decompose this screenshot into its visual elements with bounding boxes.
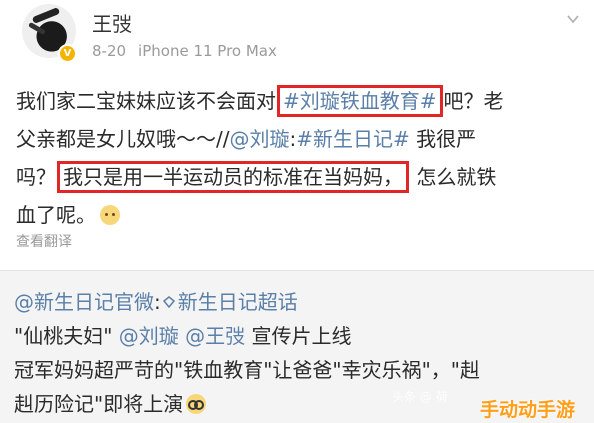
post-text-segment: 吧？老 [443, 89, 504, 113]
post-device: iPhone 11 Pro Max [138, 42, 277, 60]
highlighted-quote: 我只是用一半运动员的标准在当妈妈， [57, 161, 409, 193]
hashtag-link[interactable]: #新生日记# [296, 127, 410, 151]
brand-watermark: 手动动手游 [480, 399, 576, 421]
see-translation-link[interactable]: 查看翻译 [16, 231, 72, 251]
diamond-supertopic-icon [162, 296, 175, 308]
post-text-segment: 我很严 [409, 127, 477, 151]
post-text-segment: 怎么就铁 [410, 165, 497, 189]
post-text: 我们家二宝妹妹应该不会面对 #刘璇铁血教育# 吧？老 父亲都是女儿奴哦～～//@刘璇… [16, 82, 584, 234]
glasses-emoji-icon [186, 394, 207, 414]
post-text-segment: 吗？ [16, 165, 56, 189]
repost-account-link[interactable]: @新生日记官微 [14, 290, 154, 314]
post-text-segment: 父亲都是女儿奴哦～～// [16, 127, 230, 151]
hashtag-link[interactable]: #刘璇铁血教育# [277, 85, 443, 117]
post-date: 8-20 [92, 42, 127, 60]
post-text-segment: 血了呢。 [16, 203, 96, 227]
sleepy-emoji-icon [100, 205, 120, 225]
repost-colon: : [154, 290, 161, 314]
supertopic-link[interactable]: 新生日记超话 [178, 290, 298, 314]
post-meta: 8-20 iPhone 11 Pro Max [92, 42, 277, 60]
repost-text-segment: 赳历险记"即将上演 [14, 392, 184, 416]
mention-link[interactable]: @刘璇 [119, 324, 179, 348]
verified-badge-icon: V [58, 44, 77, 63]
mention-link[interactable]: @王弢 [185, 324, 245, 348]
post-text-segment: 我们家二宝妹妹应该不会面对 [16, 89, 276, 113]
chevron-down-icon[interactable] [566, 12, 580, 26]
repost-text-segment: "仙桃夫妇" [14, 324, 119, 348]
mention-link[interactable]: @刘璇 [229, 127, 289, 151]
faint-watermark: 头条 @ 荷 [392, 390, 448, 404]
author-name[interactable]: 王弢 [92, 8, 132, 37]
repost-text-line: 冠军妈妈超严苛的"铁血教育"让爸爸"幸灾乐祸"，"赳 [14, 358, 480, 382]
repost-text-segment: 宣传片上线 [245, 324, 352, 348]
